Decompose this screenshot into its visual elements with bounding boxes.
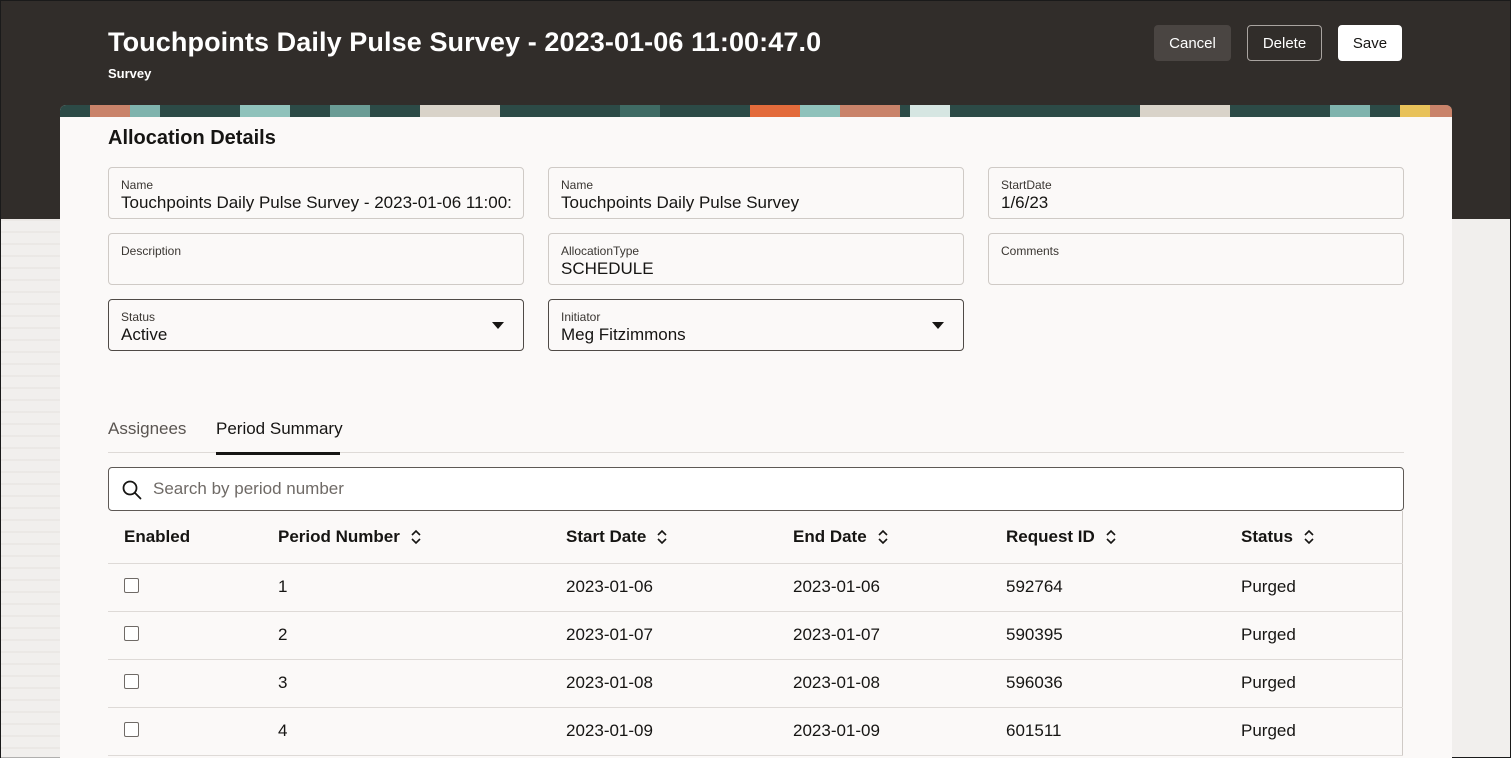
enabled-cell (108, 563, 262, 612)
status-select[interactable]: Status Active (108, 299, 524, 351)
status-cell: Purged (1225, 611, 1403, 660)
field-value: SCHEDULE (561, 259, 654, 278)
end-date-cell: 2023-01-06 (777, 563, 990, 612)
sort-icon[interactable] (656, 529, 668, 545)
column-header-enabled: Enabled (108, 511, 262, 564)
survey-name-field[interactable]: Name Touchpoints Daily Pulse Survey (548, 167, 964, 219)
page-subtitle: Survey (108, 66, 152, 81)
request-id-cell: 601511 (990, 707, 1225, 756)
field-value: Touchpoints Daily Pulse Survey (561, 193, 800, 212)
allocation-type-field[interactable]: AllocationType SCHEDULE (548, 233, 964, 285)
start-date-field[interactable]: StartDate 1/6/23 (988, 167, 1404, 219)
field-label: AllocationType (561, 244, 640, 258)
table-row: 4 2023-01-09 2023-01-09 601511 Purged (108, 707, 1403, 756)
page-title: Touchpoints Daily Pulse Survey - 2023-01… (108, 27, 822, 57)
field-value: Meg Fitzimmons (561, 325, 686, 344)
cancel-button[interactable]: Cancel (1154, 25, 1231, 61)
request-id-cell: 592764 (990, 563, 1225, 612)
active-tab-indicator (216, 452, 340, 455)
start-date-cell: 2023-01-06 (550, 563, 777, 612)
search-box[interactable] (108, 467, 1404, 511)
sort-icon[interactable] (877, 529, 889, 545)
enabled-checkbox[interactable] (124, 674, 139, 690)
initiator-select[interactable]: Initiator Meg Fitzimmons (548, 299, 964, 351)
column-header-period-number[interactable]: Period Number (262, 511, 550, 564)
period-number-cell: 1 (262, 563, 550, 612)
table-row: 3 2023-01-08 2023-01-08 596036 Purged (108, 659, 1403, 708)
start-date-cell: 2023-01-07 (550, 611, 777, 660)
start-date-cell: 2023-01-09 (550, 707, 777, 756)
enabled-checkbox[interactable] (124, 722, 139, 738)
allocation-card: Allocation Details Name Touchpoints Dail… (60, 105, 1452, 758)
table-row: 1 2023-01-06 2023-01-06 592764 Purged (108, 563, 1403, 612)
field-label: StartDate (1001, 178, 1052, 192)
background-texture (1, 219, 61, 758)
field-label: Initiator (561, 310, 601, 324)
sort-icon[interactable] (1105, 529, 1117, 545)
field-label: Name (121, 178, 154, 192)
column-header-start-date[interactable]: Start Date (550, 511, 777, 564)
enabled-cell (108, 611, 262, 660)
tab-assignees[interactable]: Assignees (108, 419, 186, 439)
description-field[interactable]: Description (108, 233, 524, 285)
enabled-cell (108, 707, 262, 756)
delete-button[interactable]: Delete (1247, 25, 1322, 61)
column-header-status[interactable]: Status (1225, 511, 1403, 564)
field-label: Description (121, 244, 182, 258)
tab-bar: Assignees Period Summary (108, 409, 1404, 455)
header-actions: Cancel Delete Save (1154, 25, 1402, 61)
field-value: Touchpoints Daily Pulse Survey - 2023-01… (121, 193, 511, 212)
status-cell: Purged (1225, 659, 1403, 708)
field-value: Active (121, 325, 168, 344)
end-date-cell: 2023-01-09 (777, 707, 990, 756)
column-header-end-date[interactable]: End Date (777, 511, 990, 564)
chevron-down-icon[interactable] (492, 322, 504, 329)
status-cell: Purged (1225, 707, 1403, 756)
section-title: Allocation Details (108, 127, 276, 149)
decorative-banner (60, 105, 1452, 117)
enabled-checkbox[interactable] (124, 578, 139, 594)
field-label: Status (121, 310, 156, 324)
table-row: 2 2023-01-07 2023-01-07 590395 Purged (108, 611, 1403, 660)
request-id-cell: 596036 (990, 659, 1225, 708)
field-label: Comments (1001, 244, 1060, 258)
period-number-cell: 4 (262, 707, 550, 756)
tab-period-summary[interactable]: Period Summary (216, 419, 343, 439)
period-number-cell: 2 (262, 611, 550, 660)
table-header-row: Enabled Period Number Start Date End Dat… (108, 511, 1403, 564)
enabled-cell (108, 659, 262, 708)
end-date-cell: 2023-01-07 (777, 611, 990, 660)
field-value: 1/6/23 (1001, 193, 1049, 212)
period-number-cell: 3 (262, 659, 550, 708)
column-header-request-id[interactable]: Request ID (990, 511, 1225, 564)
field-label: Name (561, 178, 594, 192)
save-button[interactable]: Save (1338, 25, 1402, 61)
name-field[interactable]: Name Touchpoints Daily Pulse Survey - 20… (108, 167, 524, 219)
sort-icon[interactable] (1303, 529, 1315, 545)
start-date-cell: 2023-01-08 (550, 659, 777, 708)
enabled-checkbox[interactable] (124, 626, 139, 642)
request-id-cell: 590395 (990, 611, 1225, 660)
end-date-cell: 2023-01-08 (777, 659, 990, 708)
chevron-down-icon[interactable] (932, 322, 944, 329)
page-header: Touchpoints Daily Pulse Survey - 2023-01… (108, 25, 1402, 85)
search-input[interactable] (153, 476, 1353, 502)
comments-field[interactable]: Comments (988, 233, 1404, 285)
status-cell: Purged (1225, 563, 1403, 612)
period-table: Enabled Period Number Start Date End Dat… (108, 511, 1403, 756)
search-icon (122, 480, 142, 500)
sort-icon[interactable] (410, 529, 422, 545)
